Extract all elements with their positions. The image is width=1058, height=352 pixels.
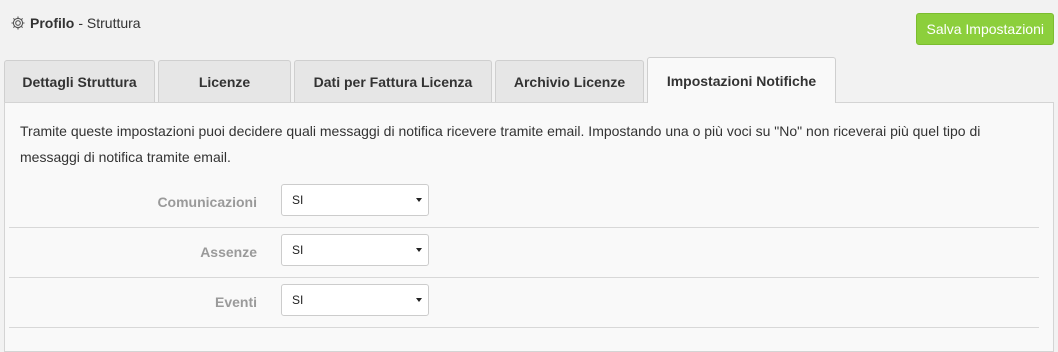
- tab-licenze[interactable]: Licenze: [158, 60, 291, 103]
- comunicazioni-select[interactable]: SI: [281, 184, 429, 216]
- gear-icon: [10, 15, 26, 31]
- eventi-select[interactable]: SI: [281, 284, 429, 316]
- chevron-down-icon: [416, 198, 422, 202]
- tab-bar: Dettagli Struttura Licenze Dati per Fatt…: [4, 57, 839, 103]
- chevron-down-icon: [416, 248, 422, 252]
- setting-label: Comunicazioni: [157, 194, 257, 210]
- assenze-select[interactable]: SI: [281, 234, 429, 266]
- tab-archivio-licenze[interactable]: Archivio Licenze: [495, 60, 644, 103]
- chevron-down-icon: [416, 298, 422, 302]
- notifications-panel: Tramite queste impostazioni puoi decider…: [4, 102, 1054, 352]
- setting-row-assenze: Assenze SI: [9, 227, 1039, 278]
- select-value: SI: [292, 193, 304, 207]
- setting-label: Assenze: [200, 244, 257, 260]
- panel-description: Tramite queste impostazioni puoi decider…: [20, 123, 981, 165]
- page-header: Profilo - Struttura: [10, 12, 141, 34]
- page-title: Profilo: [30, 15, 75, 31]
- tab-impostazioni-notifiche[interactable]: Impostazioni Notifiche: [647, 57, 836, 103]
- tab-dettagli-struttura[interactable]: Dettagli Struttura: [4, 60, 155, 103]
- select-value: SI: [292, 243, 304, 257]
- select-value: SI: [292, 293, 304, 307]
- setting-row-comunicazioni: Comunicazioni SI: [9, 177, 1039, 228]
- setting-row-eventi: Eventi SI: [9, 277, 1039, 328]
- page-subtitle: - Struttura: [78, 15, 141, 31]
- setting-label: Eventi: [214, 294, 257, 310]
- save-settings-button[interactable]: Salva Impostazioni: [916, 13, 1054, 45]
- tab-dati-fattura-licenza[interactable]: Dati per Fattura Licenza: [294, 60, 492, 103]
